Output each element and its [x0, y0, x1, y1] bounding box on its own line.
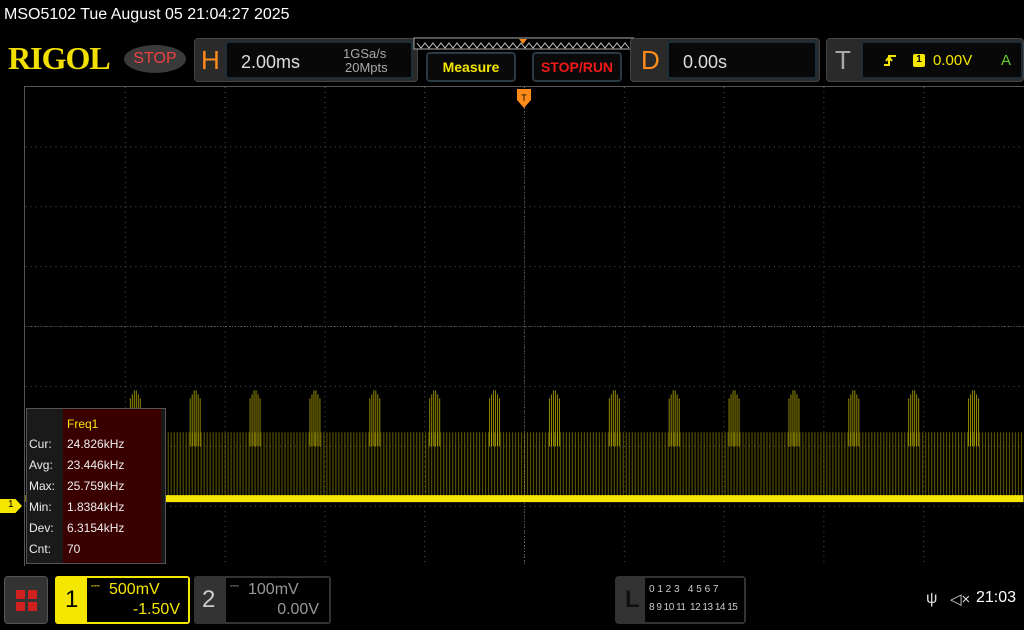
- delay-letter: D: [641, 45, 660, 75]
- measurement-label: Max:: [29, 479, 56, 493]
- trigger-level: 0.00V: [933, 52, 973, 69]
- logic-panel[interactable]: L 0 1 2 3 4 5 6 7 8 9 10 11 12 13 14 15: [615, 576, 746, 624]
- horizontal-panel[interactable]: H 2.00ms 1GSa/s 20Mpts: [194, 38, 418, 82]
- menu-button[interactable]: [4, 576, 48, 624]
- stop-run-button[interactable]: STOP/RUN: [532, 52, 622, 82]
- usb-icon: ψ: [926, 590, 938, 607]
- channel2-offset: 0.00V: [277, 601, 319, 618]
- measurement-label: Cnt:: [29, 542, 52, 556]
- channel1-offset: -1.50V: [132, 601, 180, 618]
- channel1-panel[interactable]: 1 ⎓ 500mV -1.50V: [55, 576, 190, 624]
- dc-coupling-icon: ⎓: [230, 580, 239, 592]
- horizontal-letter: H: [201, 45, 220, 75]
- svg-text:T: T: [521, 93, 527, 103]
- memory-depth: 20Mpts: [345, 60, 388, 75]
- measurement-label: Cur:: [29, 437, 52, 451]
- memory-position-bar[interactable]: [413, 37, 635, 51]
- measure-button[interactable]: Measure: [426, 52, 516, 82]
- status-clock: 21:03: [976, 589, 1017, 606]
- measurement-value: 25.759kHz: [67, 479, 125, 493]
- trigger-letter: T: [835, 45, 851, 75]
- channel2-number: 2: [202, 586, 216, 613]
- channel2-scale: 100mV: [248, 581, 299, 598]
- measurement-value: 6.3154kHz: [67, 521, 125, 535]
- measurement-value: 70: [67, 542, 81, 556]
- channel1-offset-marker[interactable]: 1: [0, 499, 22, 513]
- trigger-panel[interactable]: T 1 0.00V A: [826, 38, 1024, 82]
- dc-coupling-icon: ⎓: [91, 580, 100, 592]
- measurement-label: Dev:: [29, 521, 54, 535]
- measurement-panel: Freq1 Cur: 24.826kHz Avg: 23.446kHz Max: 25.7…: [26, 408, 166, 564]
- measurement-label: Min:: [29, 500, 52, 514]
- channel1-scale: 500mV: [109, 581, 160, 598]
- delay-panel[interactable]: D 0.00s: [630, 38, 820, 82]
- measurement-value: 1.8384kHz: [67, 500, 125, 514]
- timebase-value: 2.00ms: [241, 52, 301, 72]
- measurement-name: Freq1: [67, 417, 99, 431]
- trigger-source: 1: [913, 54, 925, 67]
- logic-channels-row1: 0 1 2 3 4 5 6 7: [649, 584, 719, 595]
- waveform-baseline: [25, 495, 1024, 503]
- rigol-logo: RIGOL: [8, 40, 111, 76]
- window-title: MSO5102 Tue August 05 21:04:27 2025: [4, 6, 290, 23]
- speaker-muted-icon[interactable]: ◁×: [950, 590, 970, 608]
- trigger-position-marker[interactable]: T: [516, 88, 532, 110]
- measurement-value: 24.826kHz: [67, 437, 125, 451]
- waveform-display[interactable]: [24, 86, 1024, 566]
- logic-letter: L: [625, 586, 640, 613]
- channel1-number: 1: [65, 586, 79, 613]
- sample-rate: 1GSa/s: [343, 46, 387, 61]
- measurement-value: 23.446kHz: [67, 458, 125, 472]
- run-state-badge[interactable]: STOP: [124, 45, 186, 73]
- trigger-mode: A: [1001, 52, 1012, 69]
- measurement-label: Avg:: [29, 458, 53, 472]
- delay-value: 0.00s: [683, 52, 728, 72]
- channel2-panel[interactable]: 2 ⎓ 100mV 0.00V: [194, 576, 331, 624]
- rising-edge-icon: [884, 55, 896, 66]
- grid-menu-icon: [16, 590, 37, 611]
- logic-channels-row2: 8 9 10 11 12 13 14 15: [649, 602, 738, 613]
